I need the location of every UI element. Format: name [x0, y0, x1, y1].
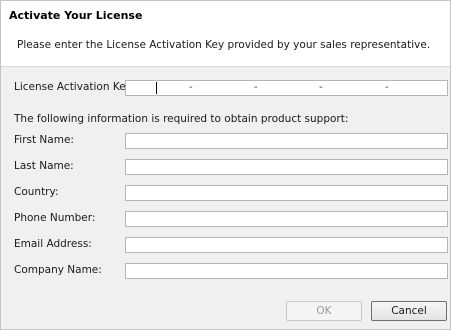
license-key-label: License Activation Key: — [14, 81, 135, 93]
email-address-label: Email Address: — [14, 238, 92, 250]
company-name-field[interactable] — [125, 263, 448, 279]
license-key-segment-3[interactable] — [259, 81, 319, 95]
country-label: Country: — [14, 186, 59, 198]
last-name-field[interactable] — [125, 159, 448, 175]
cancel-button[interactable]: Cancel — [371, 301, 447, 321]
dialog-title: Activate Your License — [9, 9, 143, 22]
license-key-segment-5[interactable] — [390, 81, 447, 95]
last-name-input[interactable] — [126, 160, 447, 174]
phone-number-label: Phone Number: — [14, 212, 96, 224]
license-key-segment-2[interactable] — [194, 81, 254, 95]
country-input[interactable] — [126, 186, 447, 200]
support-info-text: The following information is required to… — [14, 113, 349, 125]
license-key-separator: - — [254, 82, 258, 93]
license-key-segment-1[interactable] — [126, 81, 186, 95]
dialog-header: Activate Your License Please enter the L… — [1, 1, 450, 67]
first-name-input[interactable] — [126, 134, 447, 148]
first-name-field[interactable] — [125, 133, 448, 149]
activate-license-dialog: Activate Your License Please enter the L… — [0, 0, 451, 330]
email-address-field[interactable] — [125, 237, 448, 253]
company-name-label: Company Name: — [14, 264, 102, 276]
license-key-separator: - — [385, 82, 389, 93]
phone-number-field[interactable] — [125, 211, 448, 227]
country-field[interactable] — [125, 185, 448, 201]
last-name-label: Last Name: — [14, 160, 74, 172]
ok-button[interactable]: OK — [286, 301, 362, 321]
dialog-body: License Activation Key: - - - - The foll… — [1, 67, 450, 329]
license-key-separator: - — [319, 82, 323, 93]
first-name-label: First Name: — [14, 134, 74, 146]
email-address-input[interactable] — [126, 238, 447, 252]
license-key-field[interactable]: - - - - — [125, 80, 448, 96]
phone-number-input[interactable] — [126, 212, 447, 226]
company-name-input[interactable] — [126, 264, 447, 278]
license-key-separator: - — [189, 82, 193, 93]
dialog-description: Please enter the License Activation Key … — [17, 39, 431, 51]
license-key-segment-4[interactable] — [324, 81, 384, 95]
